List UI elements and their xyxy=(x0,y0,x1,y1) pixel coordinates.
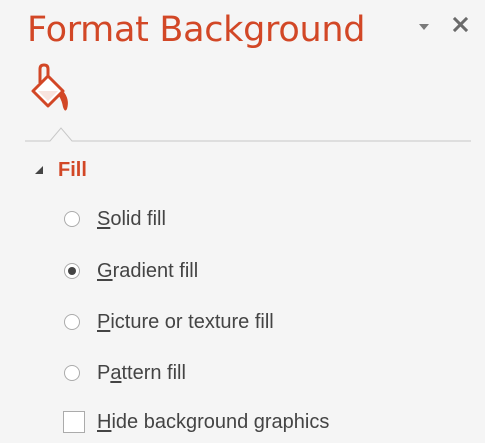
pane-title: Format Background xyxy=(27,10,366,50)
tab-divider xyxy=(25,115,471,145)
radio-button[interactable] xyxy=(64,365,80,381)
paint-bucket-icon xyxy=(31,63,68,111)
solid-fill-label: Solid fill xyxy=(97,207,166,230)
picture-or-texture-fill-radio[interactable]: Picture or texture fill xyxy=(64,308,274,336)
fill-section-title: Fill xyxy=(58,158,87,181)
picture-or-texture-fill-label: Picture or texture fill xyxy=(97,310,274,333)
gradient-fill-label: Gradient fill xyxy=(97,259,199,282)
hide-background-graphics-checkbox[interactable]: Hide background graphics xyxy=(63,408,329,436)
pattern-fill-radio[interactable]: Pattern fill xyxy=(64,359,186,387)
radio-button[interactable] xyxy=(64,314,80,330)
fill-and-line-tab[interactable] xyxy=(26,63,78,119)
radio-button-selected[interactable] xyxy=(64,263,80,279)
solid-fill-radio[interactable]: Solid fill xyxy=(64,205,166,233)
checkbox[interactable] xyxy=(63,411,85,433)
radio-button[interactable] xyxy=(64,211,80,227)
hide-background-graphics-label: Hide background graphics xyxy=(97,410,330,433)
fill-section-header[interactable]: Fill xyxy=(34,156,87,184)
format-background-pane: Format Background Fill Solid fill Gradie… xyxy=(0,0,485,443)
gradient-fill-radio[interactable]: Gradient fill xyxy=(64,257,198,285)
close-icon xyxy=(452,16,469,33)
close-pane-button[interactable] xyxy=(451,15,471,35)
pane-options-dropdown-button[interactable] xyxy=(418,22,430,32)
collapse-triangle-icon xyxy=(34,165,44,175)
caret-down-icon xyxy=(419,24,429,30)
pattern-fill-label: Pattern fill xyxy=(97,361,186,384)
